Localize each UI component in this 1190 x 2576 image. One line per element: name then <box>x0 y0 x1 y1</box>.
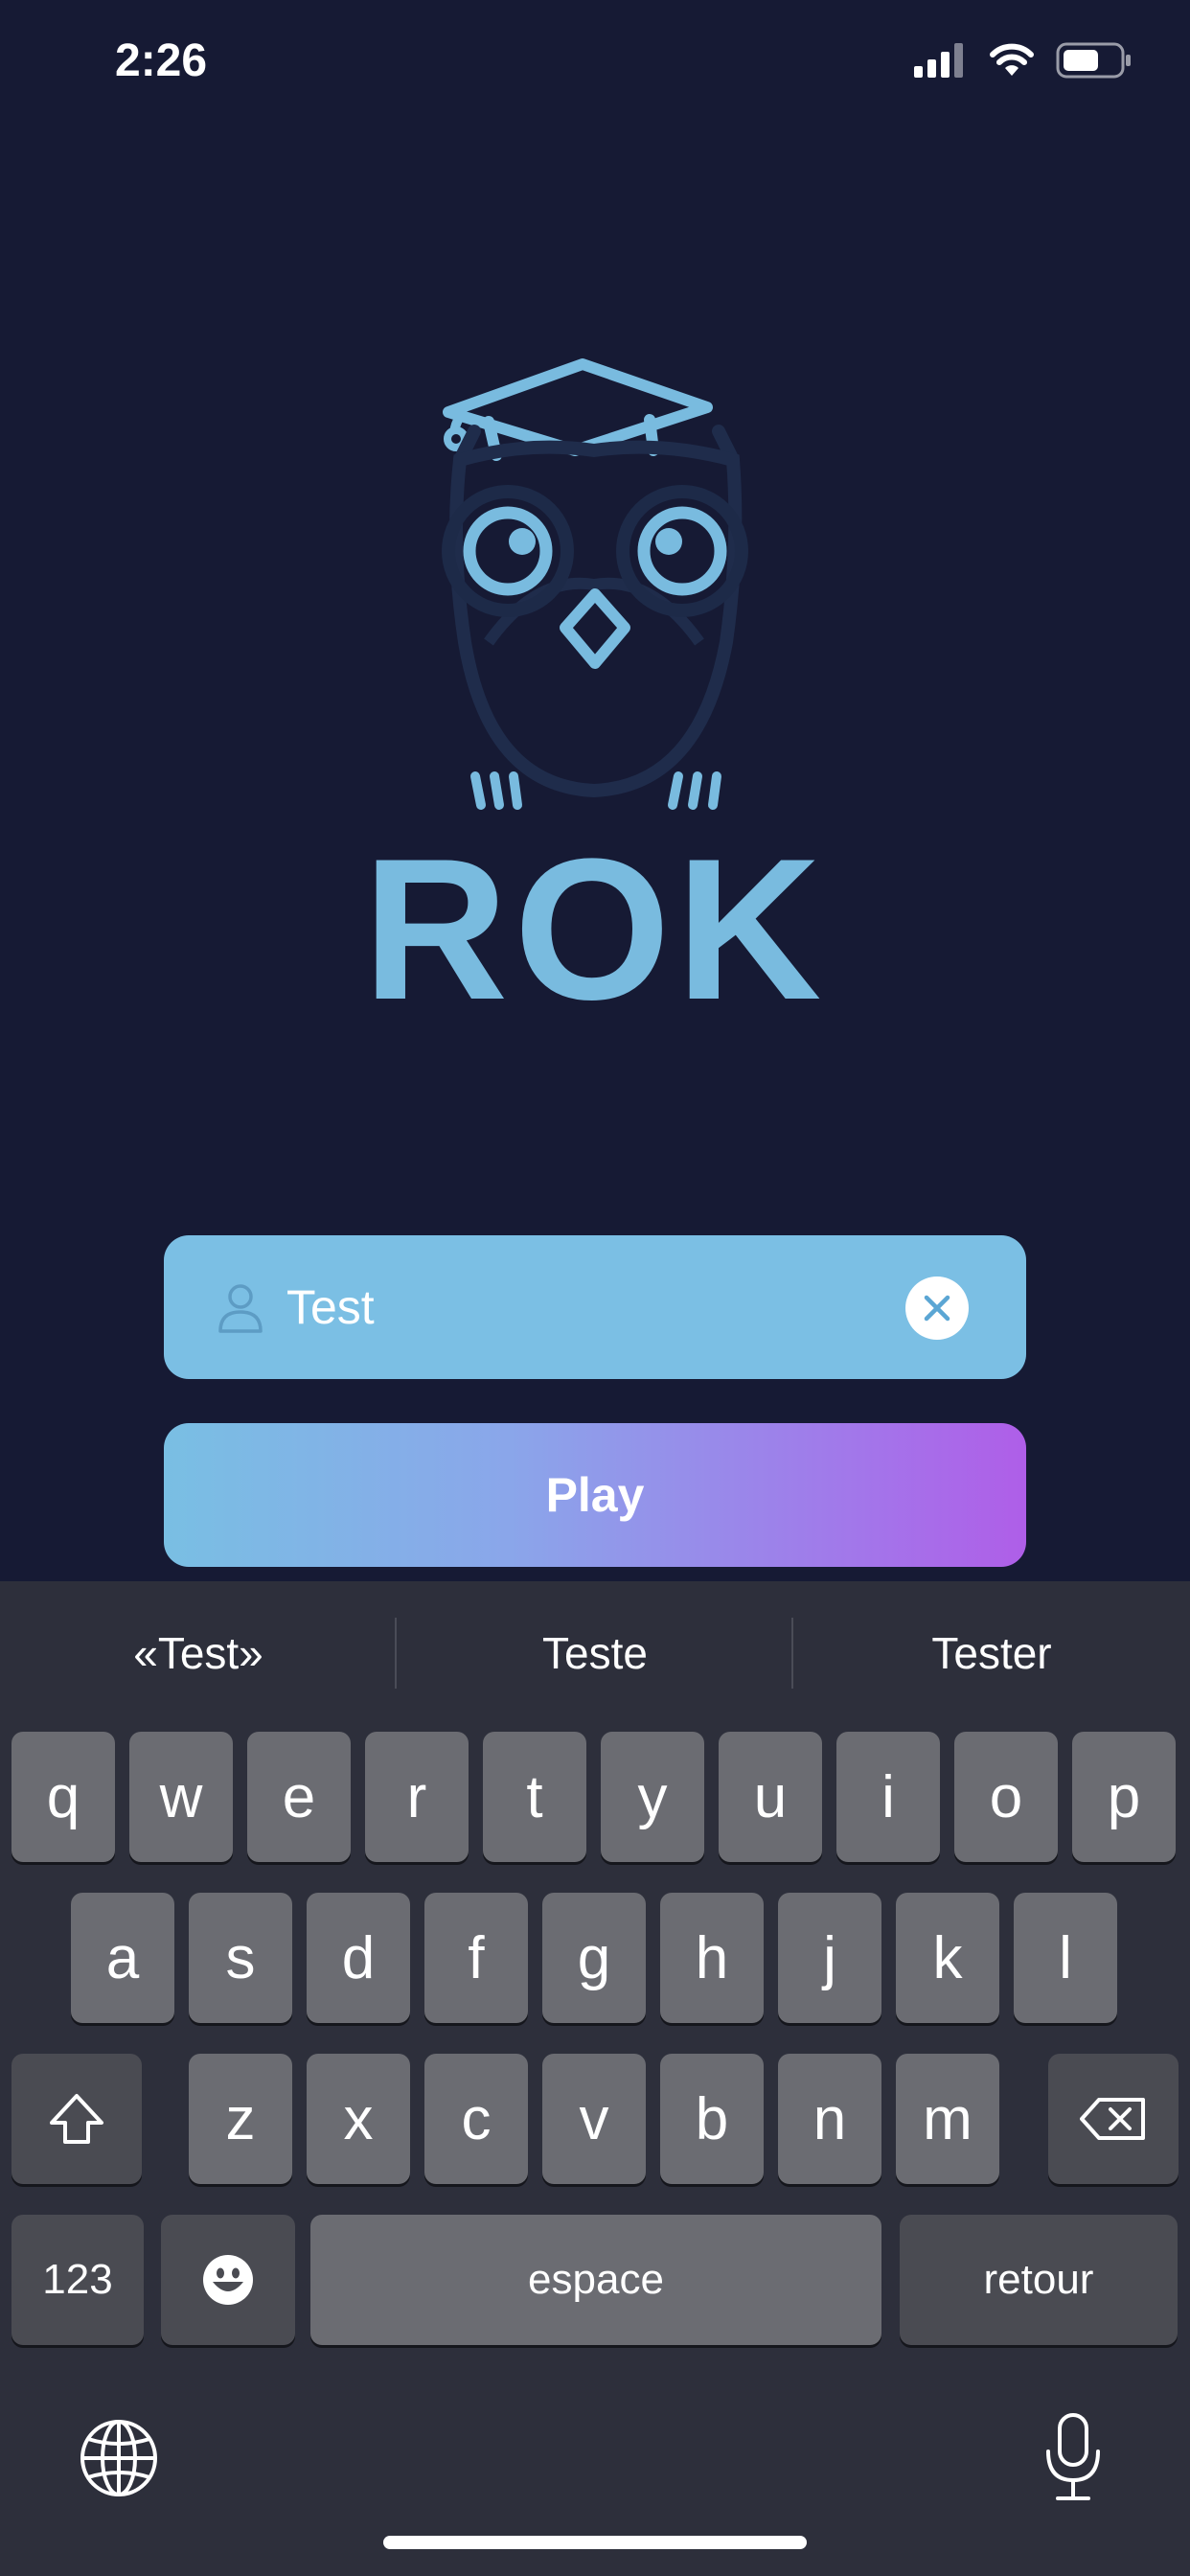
clear-text-button[interactable] <box>905 1276 969 1340</box>
key-j[interactable]: j <box>778 1893 881 2023</box>
return-key[interactable]: retour <box>900 2215 1178 2345</box>
play-button[interactable]: Play <box>164 1423 1026 1567</box>
key-m[interactable]: m <box>896 2054 999 2184</box>
shift-key[interactable] <box>11 2054 142 2184</box>
cellular-signal-icon <box>914 43 963 78</box>
key-g[interactable]: g <box>542 1893 646 2023</box>
suggestion-bar: «Test» Teste Tester <box>0 1581 1190 1725</box>
key-h[interactable]: h <box>660 1893 764 2023</box>
backspace-key[interactable] <box>1048 2054 1179 2184</box>
key-e[interactable]: e <box>247 1732 351 1862</box>
key-w[interactable]: w <box>129 1732 233 1862</box>
app-logo-text: ROK <box>362 816 828 1042</box>
battery-icon <box>1056 42 1131 79</box>
wifi-icon <box>990 43 1034 76</box>
key-x[interactable]: x <box>307 2054 410 2184</box>
key-a[interactable]: a <box>71 1893 174 2023</box>
microphone-icon[interactable] <box>1042 2411 1104 2503</box>
username-input[interactable] <box>286 1235 861 1379</box>
key-r[interactable]: r <box>365 1732 469 1862</box>
key-l[interactable]: l <box>1014 1893 1117 2023</box>
key-k[interactable]: k <box>896 1893 999 2023</box>
app-screen: 2:26 ROK Test Play «Test» Teste Tester q… <box>0 0 1190 2576</box>
key-o[interactable]: o <box>954 1732 1058 1862</box>
key-d[interactable]: d <box>307 1893 410 2023</box>
key-f[interactable]: f <box>424 1893 528 2023</box>
numbers-key[interactable]: 123 <box>11 2215 144 2345</box>
key-p[interactable]: p <box>1072 1732 1176 1862</box>
status-bar: 2:26 <box>0 0 1190 134</box>
key-y[interactable]: y <box>601 1732 704 1862</box>
key-c[interactable]: c <box>424 2054 528 2184</box>
home-indicator[interactable] <box>383 2536 807 2549</box>
key-u[interactable]: u <box>719 1732 822 1862</box>
suggestion-item[interactable]: Teste <box>397 1581 793 1725</box>
key-n[interactable]: n <box>778 2054 881 2184</box>
status-time: 2:26 <box>115 35 208 86</box>
key-t[interactable]: t <box>483 1732 586 1862</box>
key-q[interactable]: q <box>11 1732 115 1862</box>
suggestion-item[interactable]: «Test» <box>0 1581 397 1725</box>
key-z[interactable]: z <box>189 2054 292 2184</box>
space-key[interactable]: espace <box>310 2215 881 2345</box>
backspace-icon <box>1080 2098 1145 2140</box>
key-s[interactable]: s <box>189 1893 292 2023</box>
owl-logo-icon <box>442 358 748 810</box>
emoji-icon <box>203 2255 253 2305</box>
username-field[interactable] <box>164 1235 1026 1379</box>
globe-icon[interactable] <box>79 2418 159 2498</box>
user-icon <box>218 1284 263 1333</box>
key-i[interactable]: i <box>836 1732 940 1862</box>
key-b[interactable]: b <box>660 2054 764 2184</box>
suggestion-item[interactable]: Tester <box>793 1581 1190 1725</box>
close-icon <box>924 1295 950 1322</box>
status-icons <box>914 42 1133 79</box>
shift-icon <box>50 2094 103 2144</box>
key-v[interactable]: v <box>542 2054 646 2184</box>
emoji-key[interactable] <box>161 2215 295 2345</box>
keyboard: «Test» Teste Tester q w e r t y u i o p … <box>0 1581 1190 2576</box>
